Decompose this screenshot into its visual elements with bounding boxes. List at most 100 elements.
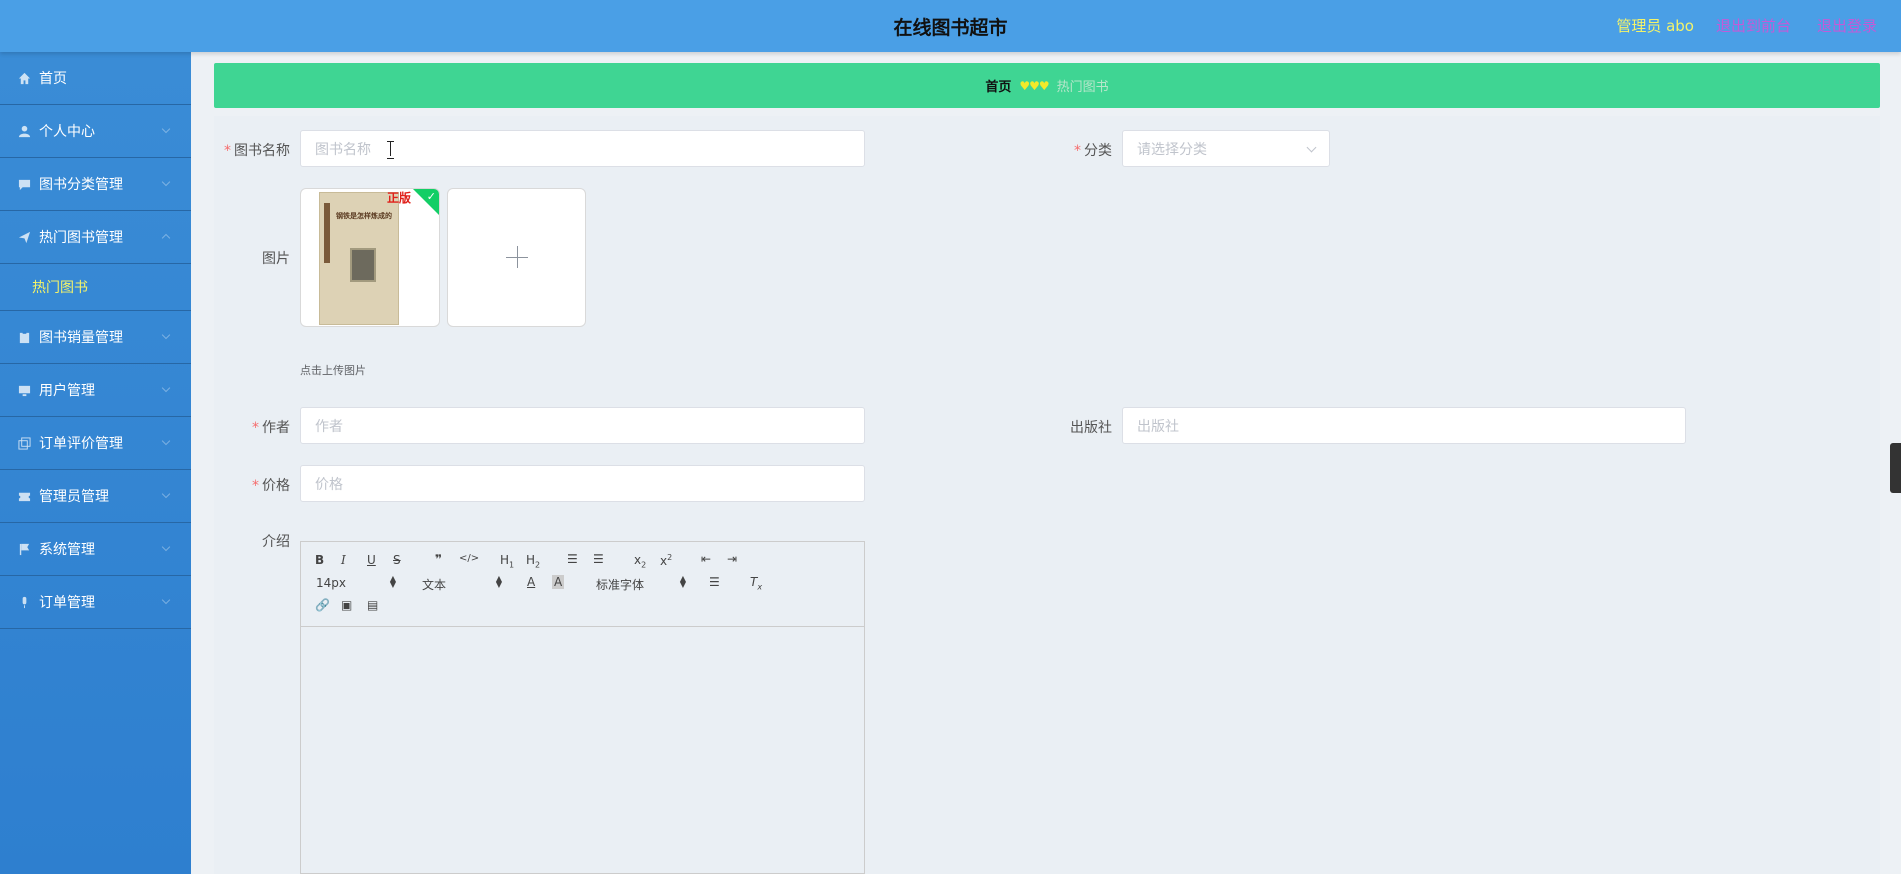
clipboard-icon bbox=[19, 331, 30, 343]
price-placeholder: 价格 bbox=[315, 476, 343, 493]
category-select[interactable]: 请选择分类 bbox=[1122, 130, 1330, 167]
sidebar-item-label: 首页 bbox=[39, 71, 67, 87]
monitor-icon bbox=[18, 385, 31, 396]
bold-icon[interactable]: B bbox=[315, 553, 324, 567]
upload-tip: 点击上传图片 bbox=[300, 364, 366, 377]
code-block-icon[interactable]: </> bbox=[459, 553, 479, 564]
link-icon[interactable]: 🔗 bbox=[315, 598, 330, 612]
clear-format-icon[interactable]: Tx bbox=[750, 575, 762, 591]
author-label: * 作者 bbox=[252, 420, 290, 436]
strikethrough-icon[interactable]: S bbox=[393, 553, 401, 567]
heading2-icon[interactable]: H2 bbox=[526, 553, 540, 569]
sidebar-item-label: 管理员管理 bbox=[39, 489, 109, 505]
sidebar-item-order-reviews[interactable]: 订单评价管理 bbox=[0, 417, 191, 470]
publisher-label: 出版社 bbox=[1070, 420, 1112, 436]
editor-content-area[interactable] bbox=[301, 628, 864, 874]
uploaded-image-thumbnail[interactable]: 钢铁是怎样炼成的 正版 ✓ bbox=[300, 188, 440, 327]
sidebar-subitem-hot-books[interactable]: 热门图书 bbox=[0, 264, 191, 311]
chevron-down-icon bbox=[161, 489, 171, 499]
chat-icon bbox=[18, 179, 31, 190]
superscript-icon[interactable]: x2 bbox=[660, 553, 672, 568]
back-to-front-link[interactable]: 退出到前台 bbox=[1716, 15, 1791, 36]
chevron-down-icon bbox=[161, 330, 171, 340]
copy-icon bbox=[18, 436, 31, 450]
mic-icon bbox=[22, 596, 27, 608]
heading1-icon[interactable]: H1 bbox=[500, 553, 514, 569]
category-label: * 分类 bbox=[1074, 143, 1112, 159]
send-icon bbox=[18, 231, 31, 243]
image-label: 图片 bbox=[262, 251, 290, 267]
sidebar-item-admins[interactable]: 管理员管理 bbox=[0, 470, 191, 523]
intro-label: 介绍 bbox=[262, 534, 290, 550]
sidebar-item-orders[interactable]: 订单管理 bbox=[0, 576, 191, 629]
sidebar-item-home[interactable]: 首页 bbox=[0, 52, 191, 105]
chevron-down-icon bbox=[161, 124, 171, 134]
background-color-icon[interactable]: A bbox=[552, 575, 565, 589]
indent-icon[interactable]: ⇥ bbox=[727, 552, 737, 566]
font-family-select[interactable]: 标准字体 ▲ ▼ bbox=[596, 575, 686, 593]
paragraph-value: 文本 bbox=[422, 578, 447, 592]
breadcrumb-home[interactable]: 首页 bbox=[985, 76, 1011, 95]
sidebar-item-label: 个人中心 bbox=[39, 124, 95, 140]
font-color-icon[interactable]: A bbox=[527, 575, 535, 589]
book-name-input[interactable]: 图书名称 bbox=[300, 130, 865, 167]
sidebar-item-hot-books[interactable]: 热门图书管理 bbox=[0, 211, 191, 264]
blockquote-icon[interactable]: ❞ bbox=[435, 552, 442, 566]
sidebar-item-system[interactable]: 系统管理 bbox=[0, 523, 191, 576]
breadcrumb-current: 热门图书 bbox=[1056, 80, 1109, 95]
user-icon bbox=[18, 125, 31, 137]
publisher-input[interactable]: 出版社 bbox=[1122, 407, 1686, 444]
heart-separator-icon: ♥♥♥ bbox=[1019, 78, 1049, 93]
sidebar-item-users[interactable]: 用户管理 bbox=[0, 364, 191, 417]
sidebar: 首页 个人中心 图书分类管理 热门图书管理 热门图书 图书销量管理 用户管理 订… bbox=[0, 52, 191, 874]
sidebar-item-book-category[interactable]: 图书分类管理 bbox=[0, 158, 191, 211]
sidebar-item-label: 用户管理 bbox=[39, 383, 95, 399]
outdent-icon[interactable]: ⇤ bbox=[701, 552, 711, 566]
bullet-list-icon[interactable]: ☰ bbox=[593, 552, 604, 566]
chevron-down-icon bbox=[161, 595, 171, 605]
check-icon: ✓ bbox=[426, 190, 436, 203]
rich-text-editor: B I U S ❞ </> H1 H2 ☰ ☰ x2 x2 ⇤ ⇥ 14px ▲… bbox=[300, 541, 865, 874]
chevron-down-icon bbox=[161, 542, 171, 552]
up-down-icon: ▲ ▼ bbox=[495, 574, 502, 589]
sidebar-item-label: 订单评价管理 bbox=[39, 436, 123, 452]
price-input[interactable]: 价格 bbox=[300, 465, 865, 502]
logout-link[interactable]: 退出登录 bbox=[1817, 15, 1877, 36]
book-cover-image: 钢铁是怎样炼成的 bbox=[319, 192, 399, 325]
publisher-placeholder: 出版社 bbox=[1137, 418, 1179, 435]
subscript-icon[interactable]: x2 bbox=[634, 553, 646, 569]
sidebar-item-book-sales[interactable]: 图书销量管理 bbox=[0, 311, 191, 364]
side-drawer-handle[interactable] bbox=[1890, 443, 1901, 493]
image-icon[interactable]: ▣ bbox=[341, 598, 352, 612]
book-cover-title: 钢铁是怎样炼成的 bbox=[336, 212, 392, 220]
chevron-down-icon bbox=[161, 436, 171, 446]
underline-icon[interactable]: U bbox=[367, 553, 376, 567]
ticket-icon bbox=[18, 492, 31, 501]
sidebar-item-label: 系统管理 bbox=[39, 542, 95, 558]
author-input[interactable]: 作者 bbox=[300, 407, 865, 444]
video-icon[interactable]: ▤ bbox=[367, 598, 378, 612]
home-icon bbox=[18, 72, 31, 84]
align-icon[interactable]: ☰ bbox=[709, 575, 720, 589]
font-size-select[interactable]: 14px ▲ ▼ bbox=[316, 574, 396, 591]
price-label: * 价格 bbox=[252, 478, 290, 494]
italic-icon[interactable]: I bbox=[341, 553, 346, 567]
chevron-down-icon bbox=[161, 177, 171, 187]
sidebar-item-label: 图书销量管理 bbox=[39, 330, 123, 346]
chevron-down-icon bbox=[1306, 142, 1317, 153]
author-placeholder: 作者 bbox=[315, 418, 343, 435]
category-placeholder: 请选择分类 bbox=[1137, 141, 1207, 158]
paragraph-select[interactable]: 文本 ▲ ▼ bbox=[422, 574, 502, 593]
sidebar-item-personal-center[interactable]: 个人中心 bbox=[0, 105, 191, 158]
sidebar-item-label: 订单管理 bbox=[39, 595, 95, 611]
ordered-list-icon[interactable]: ☰ bbox=[567, 552, 578, 566]
font-size-value: 14px bbox=[316, 576, 346, 590]
top-header: 在线图书超市 管理员 abo 退出到前台 退出登录 bbox=[0, 0, 1901, 52]
up-down-icon: ▲ ▼ bbox=[389, 574, 396, 589]
flag-icon bbox=[19, 543, 30, 555]
book-name-placeholder: 图书名称 bbox=[315, 141, 371, 158]
upload-add-button[interactable] bbox=[447, 188, 586, 327]
sidebar-item-label: 热门图书管理 bbox=[39, 230, 123, 246]
font-family-value: 标准字体 bbox=[596, 578, 645, 592]
editor-toolbar: B I U S ❞ </> H1 H2 ☰ ☰ x2 x2 ⇤ ⇥ 14px ▲… bbox=[301, 542, 864, 627]
